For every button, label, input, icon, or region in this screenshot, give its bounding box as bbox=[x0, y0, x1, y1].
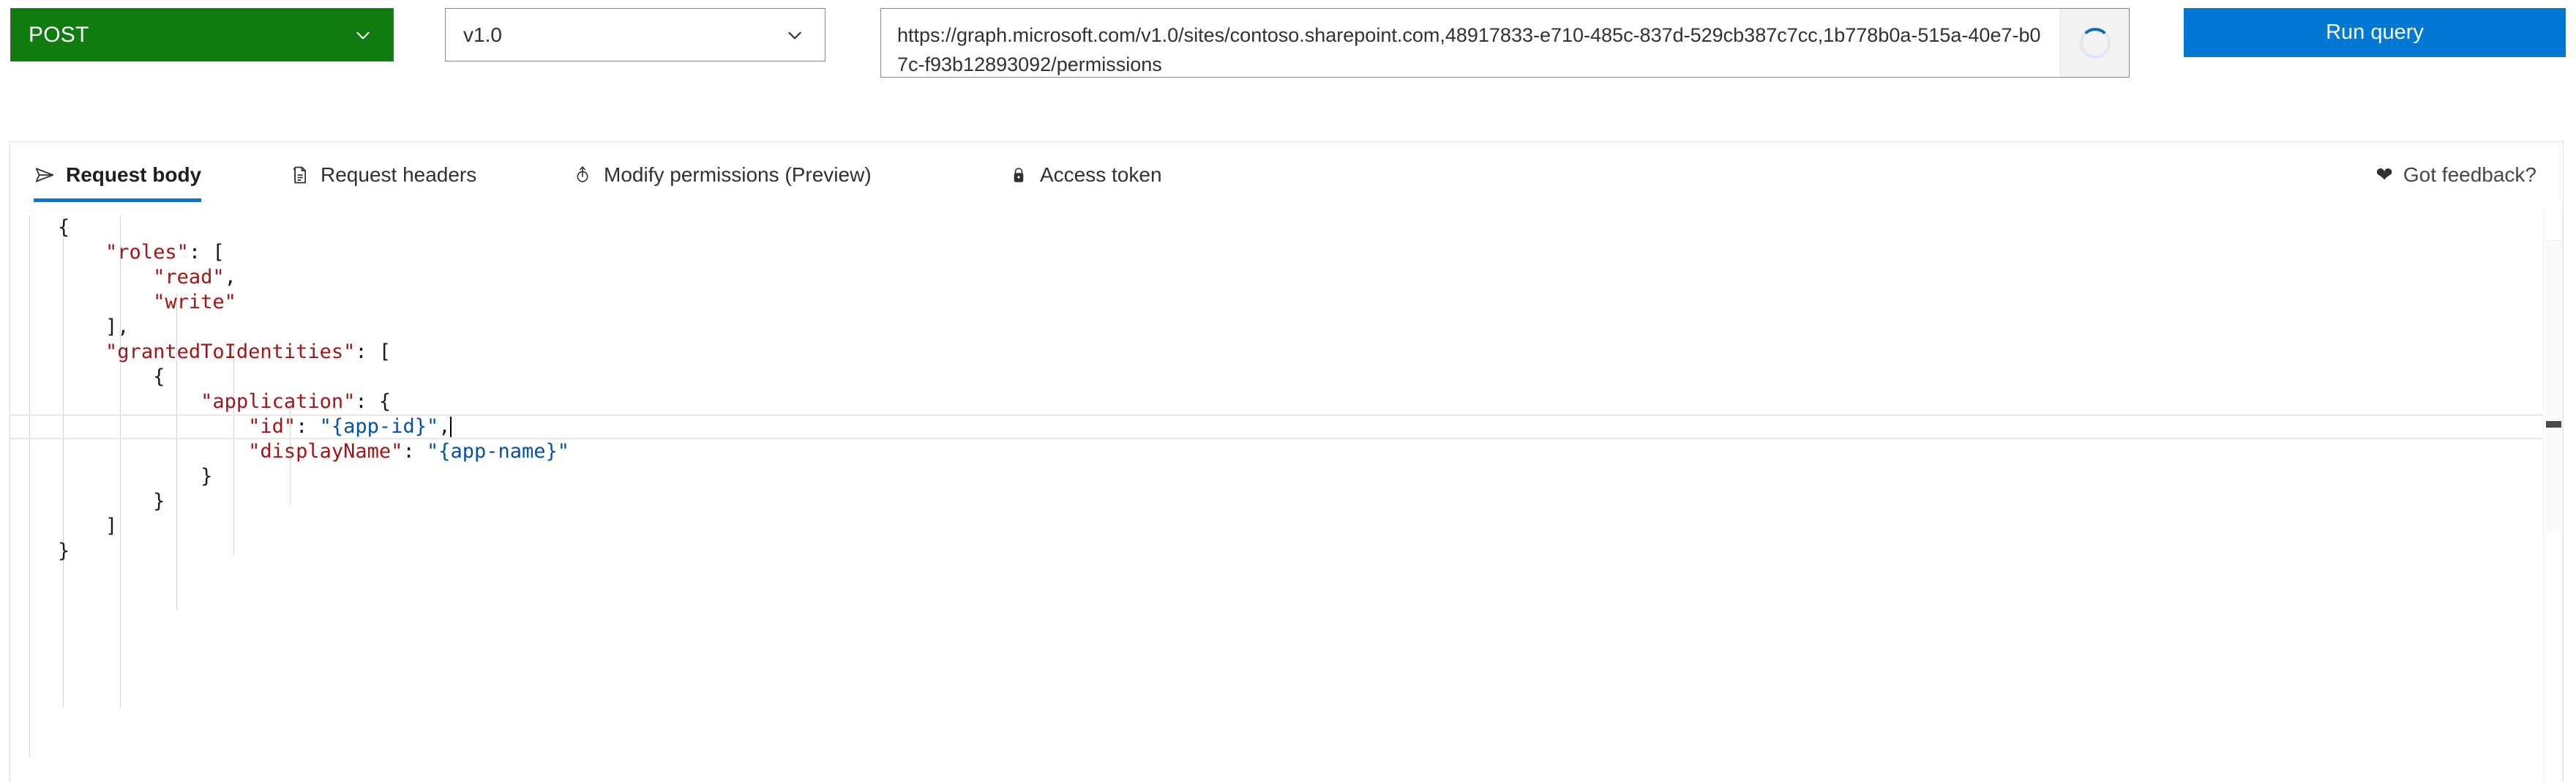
request-panel: Request body Request headers Modify perm… bbox=[10, 141, 2564, 782]
active-tab-underline bbox=[34, 198, 202, 202]
overview-ruler-slider[interactable] bbox=[2545, 240, 2561, 530]
token-key: "application" bbox=[201, 390, 356, 413]
request-tabs: Request body Request headers Modify perm… bbox=[10, 142, 2563, 208]
token-pun: : [ bbox=[355, 340, 392, 363]
token-key: "read" bbox=[153, 266, 225, 288]
token-pun: } bbox=[58, 540, 70, 562]
editor-line[interactable]: "application": { bbox=[10, 390, 2563, 414]
tab-request-headers[interactable]: Request headers bbox=[288, 142, 476, 208]
send-plane-icon bbox=[34, 164, 56, 186]
request-url-field[interactable]: https://graph.microsoft.com/v1.0/sites/c… bbox=[880, 8, 2130, 78]
token-pun: : [ bbox=[188, 241, 225, 264]
tab-label: Access token bbox=[1040, 163, 1162, 186]
editor-overview-ruler[interactable] bbox=[2543, 208, 2563, 782]
run-query-button[interactable]: Run query bbox=[2184, 8, 2566, 57]
text-cursor bbox=[450, 417, 452, 437]
editor-line[interactable]: "write" bbox=[10, 290, 2563, 315]
editor-line[interactable]: "grantedToIdentities": [ bbox=[10, 340, 2563, 365]
editor-line[interactable]: } bbox=[10, 489, 2563, 514]
lock-icon bbox=[1008, 164, 1030, 186]
token-pun: { bbox=[58, 216, 70, 239]
key-icon bbox=[572, 164, 594, 186]
tab-access-token[interactable]: Access token bbox=[1008, 142, 1162, 208]
query-bar: POST v1.0 https://graph.microsoft.com/v1… bbox=[0, 0, 2576, 132]
token-key: "write" bbox=[153, 291, 236, 313]
feedback-label: Got feedback? bbox=[2403, 163, 2536, 186]
editor-line[interactable]: ], bbox=[10, 315, 2563, 340]
editor-line[interactable]: { bbox=[10, 365, 2563, 390]
editor-line[interactable]: } bbox=[10, 539, 2563, 564]
editor-line[interactable]: "read", bbox=[10, 265, 2563, 290]
token-key: "grantedToIdentities" bbox=[105, 340, 356, 363]
http-method-dropdown[interactable]: POST bbox=[10, 8, 394, 62]
token-str: "{app-id}" bbox=[319, 415, 439, 438]
editor-right-edge bbox=[2562, 208, 2563, 782]
api-version-dropdown[interactable]: v1.0 bbox=[445, 8, 825, 62]
chevron-down-icon bbox=[785, 26, 804, 45]
editor-line-active[interactable]: "id": "{app-id}", bbox=[10, 414, 2563, 439]
editor-line[interactable]: } bbox=[10, 464, 2563, 489]
token-pun: , bbox=[224, 266, 236, 288]
token-pun: } bbox=[201, 465, 213, 488]
got-feedback-link[interactable]: ❤ Got feedback? bbox=[2375, 142, 2536, 208]
editor-line[interactable]: "roles": [ bbox=[10, 240, 2563, 265]
token-pun: : { bbox=[355, 390, 392, 413]
chevron-down-icon bbox=[353, 26, 372, 45]
token-str: "{app-name}" bbox=[426, 440, 570, 463]
spinner-icon bbox=[2079, 27, 2111, 59]
token-pun: ] bbox=[105, 515, 118, 537]
token-pun: ], bbox=[105, 316, 130, 338]
token-key: "displayName" bbox=[248, 440, 403, 463]
document-icon bbox=[288, 164, 310, 186]
editor-line[interactable]: { bbox=[10, 215, 2563, 240]
token-pun: { bbox=[153, 365, 165, 388]
tab-modify-permissions[interactable]: Modify permissions (Preview) bbox=[572, 142, 872, 208]
tab-label: Request body bbox=[66, 163, 202, 186]
url-loading-container bbox=[2060, 9, 2129, 77]
api-version-value: v1.0 bbox=[463, 23, 502, 46]
tab-label: Request headers bbox=[321, 163, 477, 186]
request-url-value[interactable]: https://graph.microsoft.com/v1.0/sites/c… bbox=[881, 9, 2060, 77]
cursor-position-marker bbox=[2546, 421, 2561, 428]
http-method-value: POST bbox=[29, 22, 89, 47]
request-body-editor[interactable]: { "roles": [ "read", "write" ], "granted… bbox=[10, 208, 2563, 782]
graph-explorer-request-area: POST v1.0 https://graph.microsoft.com/v1… bbox=[0, 0, 2576, 782]
token-key: "id" bbox=[248, 415, 296, 438]
token-pun: : bbox=[402, 440, 427, 463]
tab-label: Modify permissions (Preview) bbox=[604, 163, 872, 186]
token-key: "roles" bbox=[105, 241, 189, 264]
token-pun: : bbox=[296, 415, 320, 438]
heart-icon: ❤ bbox=[2375, 163, 2393, 186]
tab-request-body[interactable]: Request body bbox=[34, 142, 202, 208]
editor-line[interactable]: ] bbox=[10, 514, 2563, 539]
token-pun: } bbox=[153, 490, 165, 513]
editor-line[interactable]: "displayName": "{app-name}" bbox=[10, 439, 2563, 464]
editor-code-lines[interactable]: { "roles": [ "read", "write" ], "granted… bbox=[10, 208, 2563, 564]
token-pun: , bbox=[438, 415, 451, 438]
